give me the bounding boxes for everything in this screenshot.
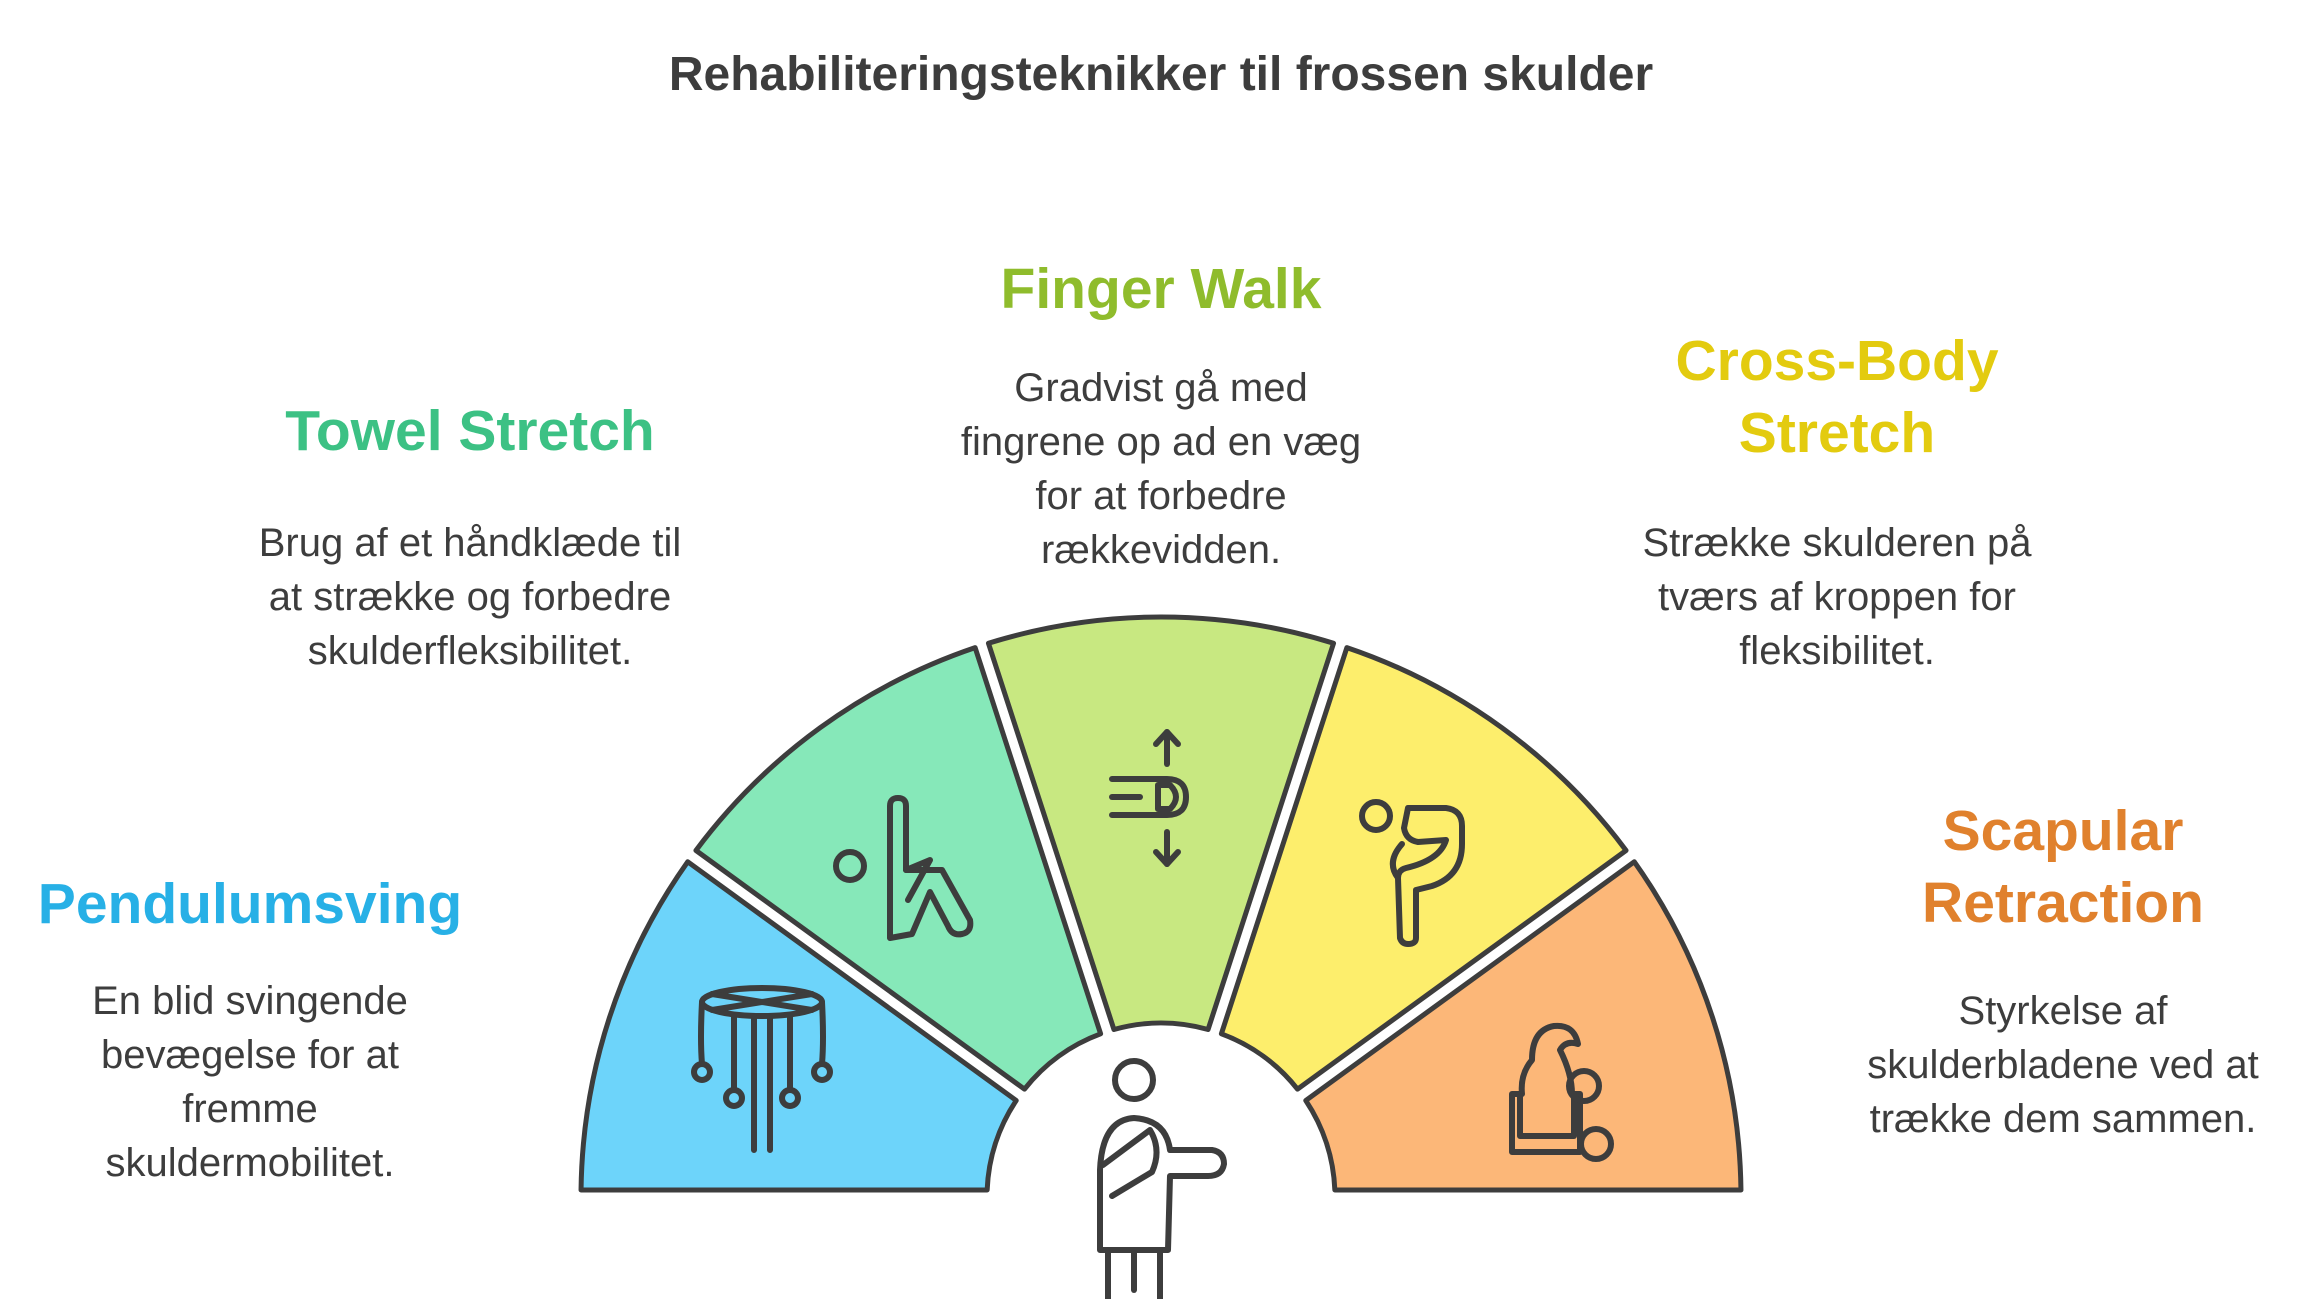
segment-5-heading: Scapular — [1943, 799, 2184, 863]
segment-4-description: fleksibilitet. — [1739, 629, 1935, 673]
segment-1-description: skuldermobilitet. — [105, 1141, 394, 1185]
segment-5-description: trække dem sammen. — [1870, 1097, 2257, 1141]
segment-1-description: fremme — [182, 1087, 318, 1131]
injured-arm-person-icon — [1097, 1058, 1227, 1299]
segment-1-description: bevægelse for at — [101, 1033, 399, 1077]
segment-4-description: Strække skulderen på — [1642, 521, 2032, 565]
segment-3-description: for at forbedre — [1035, 474, 1286, 518]
segment-4-heading: Cross-Body — [1675, 329, 1998, 393]
segment-1-heading: Pendulumsving — [38, 872, 462, 936]
segment-4-heading: Stretch — [1739, 401, 1935, 465]
segment-5-description: Styrkelse af — [1959, 989, 2169, 1033]
segment-2-description: Brug af et håndklæde til — [259, 521, 681, 565]
segment-3-description: rækkevidden. — [1041, 528, 1281, 572]
segment-5-heading: Retraction — [1922, 871, 2204, 935]
infographic-canvas: Rehabiliteringsteknikker til frossen sku… — [38, 48, 2259, 1299]
segment-3-description: Gradvist gå med — [1014, 366, 1307, 410]
segment-1-description: En blid svingende — [92, 979, 408, 1023]
segment-2-description: skulderfleksibilitet. — [308, 629, 633, 673]
segment-3-heading: Finger Walk — [1001, 257, 1322, 321]
segment-4-description: tværs af kroppen for — [1658, 575, 2016, 619]
segment-3-description: fingrene op ad en væg — [961, 420, 1361, 464]
segment-2-description: at strække og forbedre — [269, 575, 671, 619]
page-title: Rehabiliteringsteknikker til frossen sku… — [669, 48, 1653, 101]
segment-5-description: skulderbladene ved at — [1867, 1043, 2258, 1087]
segment-2-heading: Towel Stretch — [285, 399, 655, 463]
